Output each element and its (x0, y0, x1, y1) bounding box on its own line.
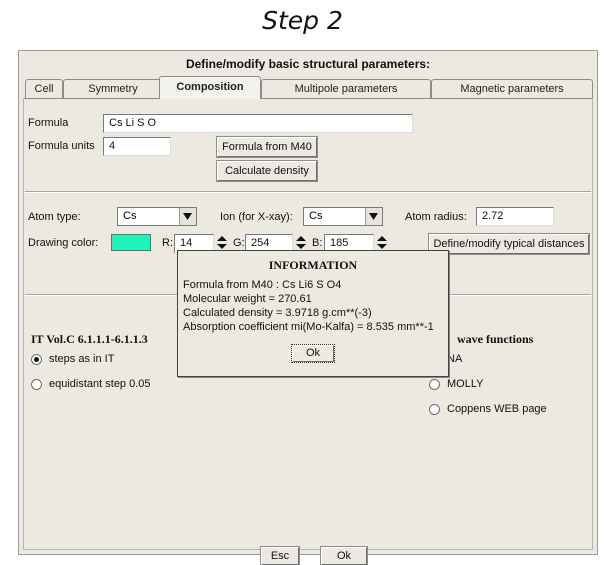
dialog-molecular-weight-line: Molecular weight = 270.61 (183, 293, 312, 305)
window-title: Define/modify basic structural parameter… (185, 57, 431, 71)
formula-from-m40-button[interactable]: Formula from M40 (216, 136, 318, 158)
calculate-density-button[interactable]: Calculate density (216, 160, 318, 182)
b-spinner-icon[interactable] (376, 234, 388, 251)
ok-button[interactable]: Ok (320, 546, 368, 565)
itvol-heading: IT Vol.C 6.1.1.1-6.1.1.3 (31, 332, 148, 346)
dialog-title: INFORMATION (268, 258, 358, 272)
molly-label: MOLLY (447, 378, 484, 390)
steps-as-in-it-radio[interactable] (31, 354, 42, 365)
g-label: G: (233, 237, 245, 249)
atom-type-value: Cs (123, 210, 137, 222)
ion-select[interactable]: Cs (303, 207, 383, 226)
chevron-down-icon (179, 208, 196, 225)
atom-type-label: Atom type: (28, 211, 81, 223)
na-label: NA (447, 353, 463, 365)
esc-button[interactable]: Esc (260, 546, 300, 565)
ion-value: Cs (309, 210, 323, 222)
atom-type-select[interactable]: Cs (117, 207, 197, 226)
dialog-ok-button[interactable]: Ok (291, 344, 335, 363)
tab-symmetry[interactable]: Symmetry (63, 79, 163, 98)
step-caption: Step 2 (262, 6, 343, 35)
r-spinner-icon[interactable] (216, 234, 228, 251)
b-label: B: (312, 237, 323, 249)
dialog-density-line: Calculated density = 3.9718 g.cm**(-3) (183, 307, 372, 319)
molly-radio[interactable] (429, 379, 440, 390)
formula-label: Formula (28, 117, 69, 129)
formula-units-label: Formula units (28, 140, 95, 152)
formula-units-input[interactable]: 4 (103, 137, 171, 156)
dialog-formula-line: Formula from M40 : Cs Li6 S O4 (183, 279, 342, 291)
wave-functions-heading: wave functions (457, 332, 534, 346)
drawing-color-swatch[interactable] (111, 234, 151, 251)
equidistant-step-radio[interactable] (31, 379, 42, 390)
tab-cell[interactable]: Cell (25, 79, 63, 98)
coppens-radio[interactable] (429, 404, 440, 415)
information-dialog: INFORMATION Formula from M40 : Cs Li6 S … (177, 250, 449, 377)
define-typical-distances-button[interactable]: Define/modify typical distances (428, 233, 590, 255)
steps-as-in-it-label: steps as in IT (49, 353, 115, 365)
tab-multipole-parameters[interactable]: Multipole parameters (261, 79, 431, 98)
atom-radius-input[interactable]: 2.72 (476, 207, 554, 226)
dialog-absorption-line: Absorption coefficient mi(Mo-Kalfa) = 8.… (183, 321, 434, 333)
atom-radius-label: Atom radius: (405, 211, 467, 223)
separator-top (25, 191, 591, 193)
tab-magnetic-parameters[interactable]: Magnetic parameters (431, 79, 593, 98)
formula-input[interactable]: Cs Li S O (103, 114, 413, 133)
ion-label: Ion (for X-xay): (220, 211, 293, 223)
drawing-color-label: Drawing color: (28, 237, 99, 249)
equidistant-step-label: equidistant step 0.05 (49, 378, 151, 390)
g-spinner-icon[interactable] (295, 234, 307, 251)
r-label: R: (162, 237, 173, 249)
tab-composition[interactable]: Composition (159, 76, 261, 99)
chevron-down-icon (365, 208, 382, 225)
coppens-label: Coppens WEB page (447, 403, 547, 415)
